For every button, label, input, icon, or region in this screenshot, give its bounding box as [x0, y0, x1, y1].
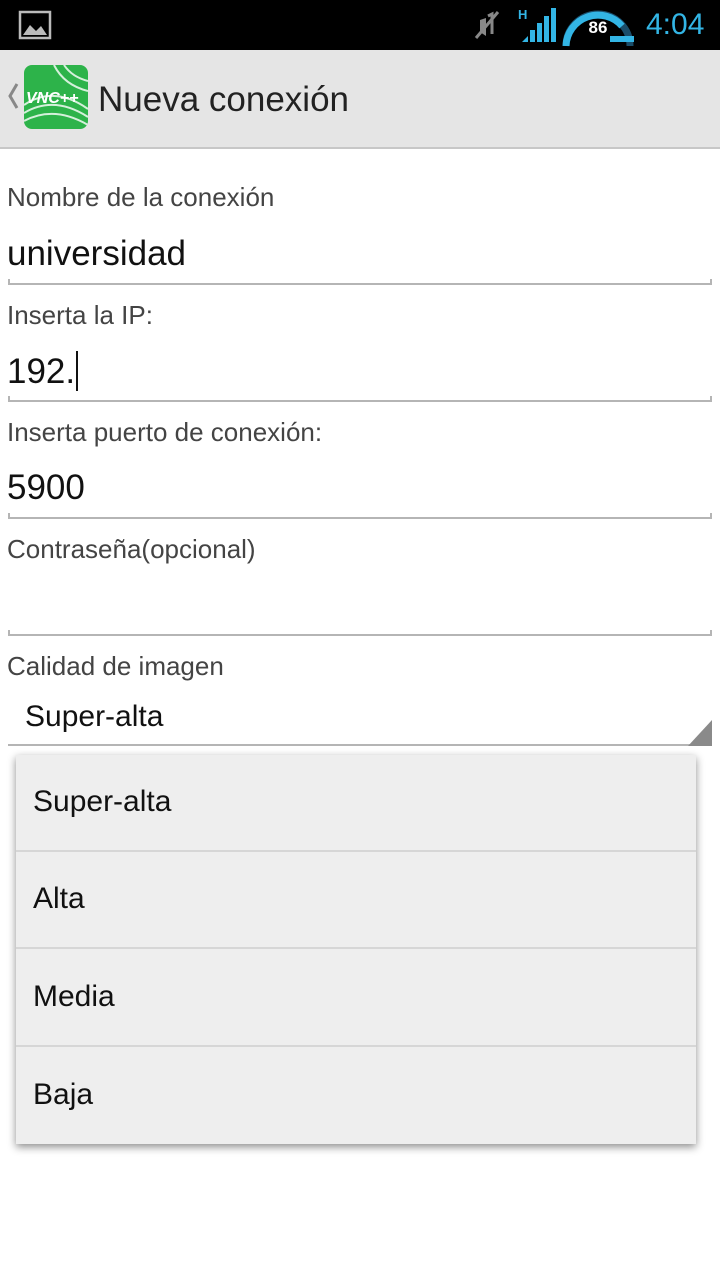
gallery-icon: [18, 10, 52, 40]
app-logo[interactable]: VNC++: [24, 65, 88, 129]
vnc-logo-icon: VNC++: [24, 65, 88, 129]
ip-field[interactable]: 192.: [7, 351, 712, 395]
connection-name-underline: [8, 279, 712, 285]
dropdown-option[interactable]: Super-alta: [16, 755, 696, 852]
status-bar: H 86 4:04: [0, 0, 720, 50]
dropdown-option[interactable]: Media: [16, 950, 696, 1047]
dropdown-option[interactable]: Baja: [16, 1048, 696, 1145]
text-cursor: [76, 351, 79, 391]
signal-icon: H: [518, 7, 556, 42]
port-underline: [8, 513, 712, 519]
connection-name-label: Nombre de la conexión: [7, 182, 275, 212]
mute-icon: [474, 11, 500, 39]
action-bar: VNC++ Nueva conexión: [0, 50, 720, 149]
quality-spinner[interactable]: Super-alta: [25, 700, 163, 734]
port-label: Inserta puerto de conexión:: [7, 417, 323, 447]
quality-label: Calidad de imagen: [7, 651, 224, 681]
dropdown-option-label: Media: [33, 980, 115, 1013]
dropdown-option-label: Super-alta: [33, 785, 172, 818]
dropdown-option-label: Alta: [33, 882, 85, 915]
dropdown-option-label: Baja: [33, 1078, 94, 1111]
quality-spinner-underline: [8, 744, 712, 746]
dropdown-option[interactable]: Alta: [16, 852, 696, 949]
ip-label: Inserta la IP:: [7, 300, 153, 330]
port-field[interactable]: 5900: [7, 468, 712, 512]
svg-text:H: H: [518, 7, 527, 22]
clock: 4:04: [646, 8, 705, 41]
password-field[interactable]: [7, 585, 712, 629]
password-label: Contraseña(opcional): [7, 534, 256, 564]
battery-level: 86: [588, 18, 608, 37]
connection-name-value: universidad: [7, 234, 186, 273]
ip-value: 192.: [7, 352, 76, 391]
spinner-arrow-icon[interactable]: [688, 720, 712, 746]
connection-name-field[interactable]: universidad: [7, 234, 712, 278]
ip-underline: [8, 396, 712, 402]
password-underline: [8, 630, 712, 636]
logo-text: VNC++: [26, 90, 78, 107]
back-caret-icon[interactable]: [7, 82, 19, 110]
page-title: Nueva conexión: [98, 80, 349, 119]
quality-dropdown: Super-alta Alta Media Baja: [16, 755, 696, 1144]
port-value: 5900: [7, 468, 85, 507]
